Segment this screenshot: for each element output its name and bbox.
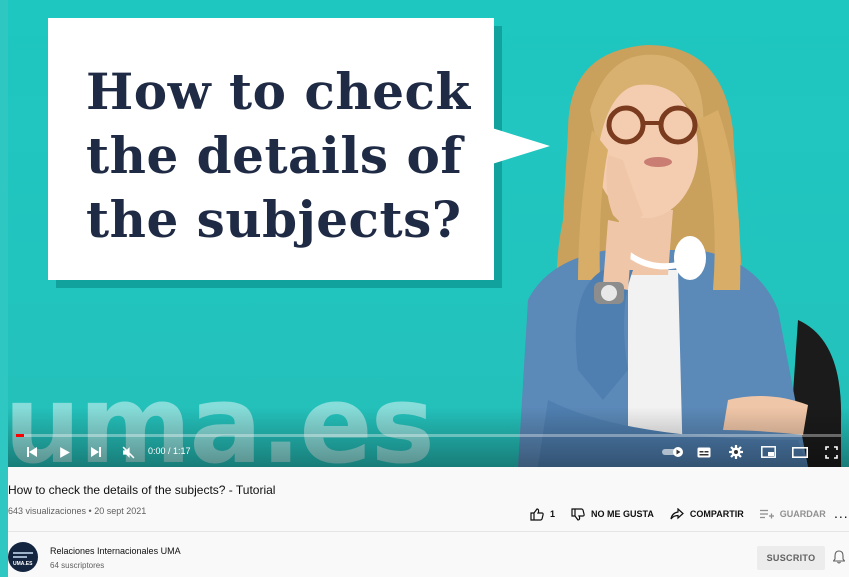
gear-icon [729,445,743,459]
notification-bell-button[interactable] [832,550,846,569]
time-display: 0:00 / 1:17 [148,446,191,456]
mute-button[interactable] [116,440,140,464]
youtube-watch-page: uma.es How to check the details of the s… [0,0,849,577]
save-label: GUARDAR [779,509,826,519]
avatar-logo-line [13,552,33,554]
thumbs-up-icon [530,507,544,521]
avatar-logo-text: UMA.ES [13,561,33,567]
dislike-label: NO ME GUSTA [591,509,654,519]
video-title: How to check the details of the subjects… [8,483,276,497]
title-card-line-3: the subjects? [86,190,462,249]
video-meta: 643 visualizaciones • 20 sept 2021 [8,506,147,516]
save-button[interactable]: GUARDAR [759,509,826,519]
miniplayer-button[interactable] [756,440,780,464]
theater-mode-button[interactable] [788,440,812,464]
left-strip [0,0,8,577]
settings-button[interactable] [724,440,748,464]
title-card-text: How to check the details of the subjects… [86,60,486,252]
share-label: COMPARTIR [689,509,744,519]
title-card-line-2: the details of [86,126,463,185]
progress-bar[interactable] [16,434,841,437]
subscriber-count: 64 suscriptores [50,561,105,570]
video-actions: 1 NO ME GUSTA COMPARTIR GUARDAR [530,505,842,523]
theater-mode-icon [792,446,808,458]
like-button[interactable]: 1 [530,507,556,521]
subscribe-button[interactable]: SUSCRITO [757,546,825,570]
play-icon [59,446,70,458]
channel-name[interactable]: Relaciones Internacionales UMA [50,546,181,556]
previous-button[interactable] [20,440,44,464]
skip-next-icon [91,447,101,457]
playlist-add-icon [759,509,774,519]
share-icon [670,508,684,520]
channel-avatar[interactable]: UMA.ES [8,542,38,572]
volume-muted-icon [122,446,134,458]
play-button[interactable] [52,440,76,464]
miniplayer-icon [760,446,776,458]
next-button[interactable] [84,440,108,464]
title-card-line-1: How to check [86,62,471,121]
section-divider [8,531,849,532]
player-controls: 0:00 / 1:17 [8,440,849,466]
bell-icon [832,550,846,564]
avatar-logo-line [13,556,27,558]
woman-thinking-illustration [518,45,842,467]
progress-played [16,434,25,437]
more-actions-button[interactable]: ... [834,505,849,521]
skip-previous-icon [27,447,37,457]
like-count: 1 [550,509,556,519]
video-player[interactable]: uma.es How to check the details of the s… [8,0,849,467]
fullscreen-icon [824,445,838,459]
dislike-button[interactable]: NO ME GUSTA [571,507,654,521]
thumbs-down-icon [571,507,585,521]
subtitles-button[interactable] [692,440,716,464]
subtitles-icon [697,447,711,457]
autoplay-toggle-icon [662,447,683,457]
share-button[interactable]: COMPARTIR [670,508,744,520]
autoplay-toggle[interactable] [658,440,688,464]
fullscreen-button[interactable] [819,440,843,464]
